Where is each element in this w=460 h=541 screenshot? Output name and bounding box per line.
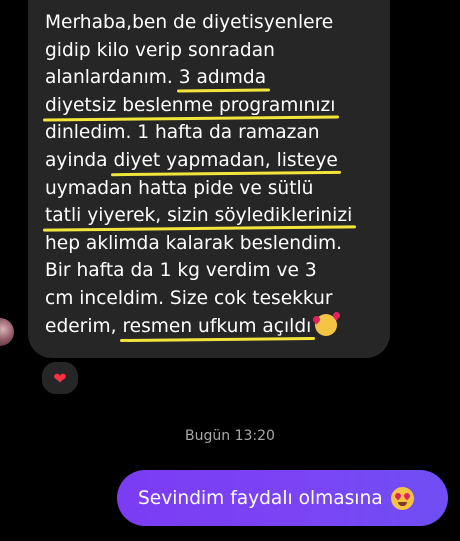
message-line: Bir hafta da 1 kg verdim ve 3 [45,257,378,285]
message-line: diyetsiz beslenme programınızı [45,92,378,120]
underlined-text: tatli yiyerek, sizin söylediklerinizi [45,205,353,227]
message-text-segment: uymadan hatta pide ve sütlü [45,177,314,199]
heart-reaction[interactable]: ❤ [40,360,80,396]
message-text-segment: alanlardanım. [45,67,179,89]
heart-icon: ❤ [53,368,67,388]
outgoing-message-text: Sevindim faydalı olmasına [138,487,383,509]
message-text-segment: hep aklimda kalarak beslendim. [45,232,343,254]
message-line: gidip kilo verip sonradan [45,37,378,65]
incoming-message-bubble[interactable]: Merhaba,ben de diyetisyenlere gidip kilo … [28,0,390,358]
message-line: tatli yiyerek, sizin söylediklerinizi [45,202,378,230]
message-text-segment: dinledim. 1 hafta da ramazan [45,122,320,144]
message-line: alanlardanım. 3 adımda [45,64,378,92]
message-line: cm inceldim. Size cok tesekkur [45,285,378,313]
message-line: dinledim. 1 hafta da ramazan [45,119,378,147]
sender-avatar[interactable] [0,318,14,346]
message-line: Merhaba,ben de diyetisyenlere [45,9,378,37]
message-timestamp: Bugün 13:20 [185,428,275,444]
message-line: ederim, resmen ufkum açıldı [45,310,378,341]
message-text-segment: Merhaba,ben de diyetisyenlere [45,12,334,33]
heart-eyes-emoji-icon [390,486,414,510]
smiling-face-with-hearts-emoji-icon [311,310,342,336]
underlined-text: 3 adımda [178,67,267,89]
underlined-text: resmen ufkum açıldı [122,315,312,337]
outgoing-message-bubble[interactable]: Sevindim faydalı olmasına [117,470,448,526]
incoming-message-text: Merhaba,ben de diyetisyenlere gidip kilo … [45,9,378,340]
message-line: hep aklimda kalarak beslendim. [45,230,378,258]
message-text-segment: ayinda [45,149,114,171]
underlined-text: diyet yapmadan, listeye [113,149,338,171]
message-line: uymadan hatta pide ve sütlü [45,175,378,203]
underlined-text: diyetsiz beslenme programınızı [45,94,336,116]
message-line: ayinda diyet yapmadan, listeye [45,147,378,175]
message-text-segment: Bir hafta da 1 kg verdim ve 3 [45,260,317,282]
message-text-segment: ederim, [45,315,123,337]
message-text-segment: gidip kilo verip sonradan [45,39,275,61]
message-text-segment: cm inceldim. Size cok tesekkur [45,287,333,309]
